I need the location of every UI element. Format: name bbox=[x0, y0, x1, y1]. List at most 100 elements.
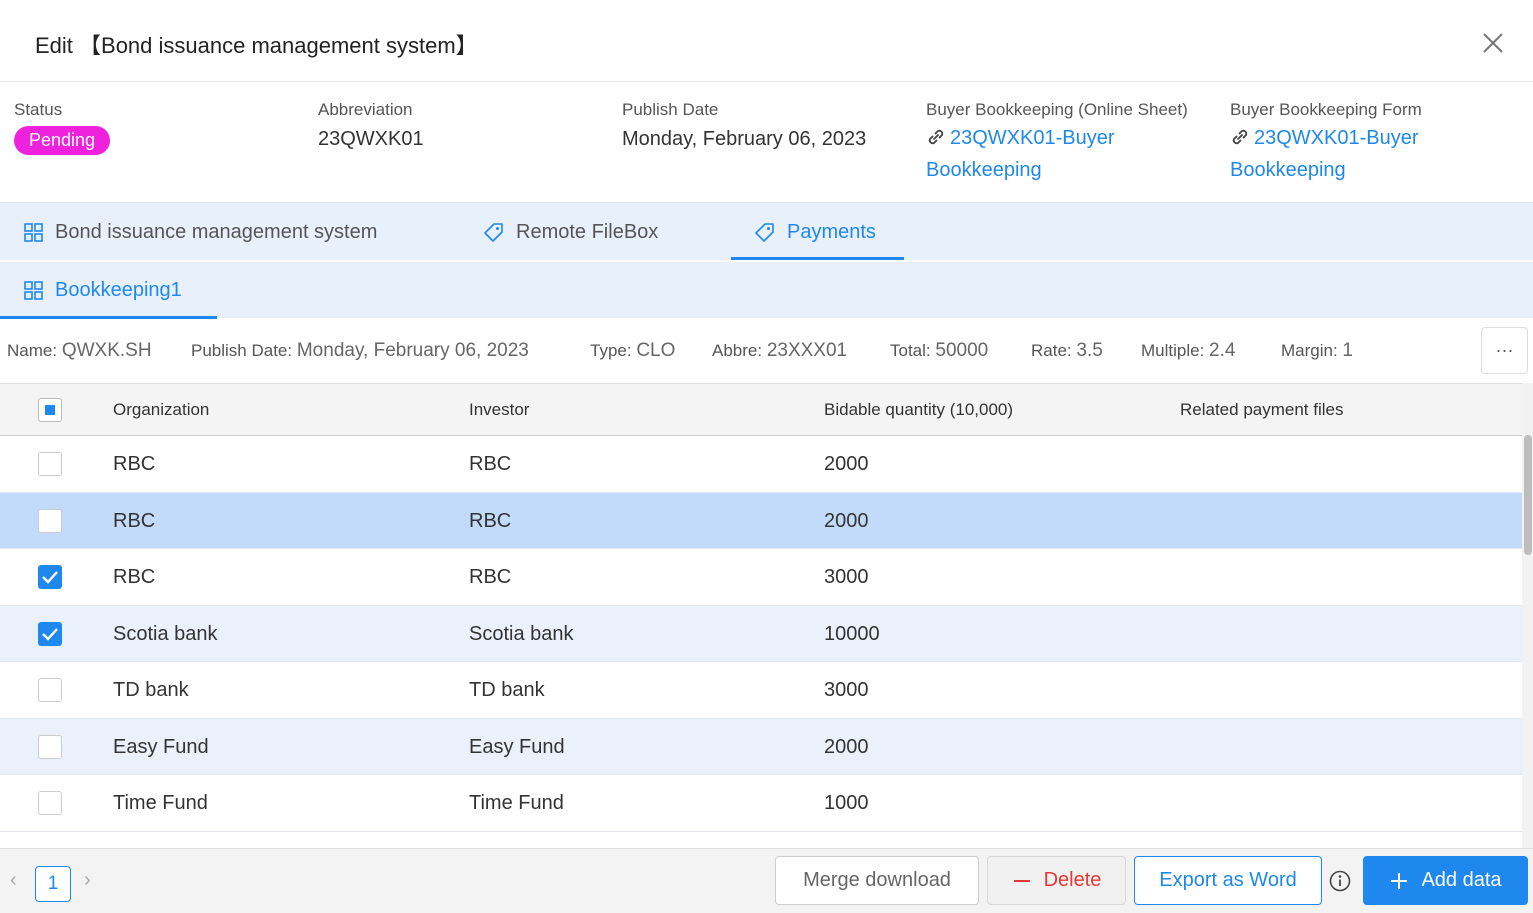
select-all-checkbox[interactable] bbox=[38, 398, 62, 422]
meta-margin-label: Margin: bbox=[1281, 341, 1338, 360]
tag-icon bbox=[755, 222, 774, 242]
dialog-footer: ‹ 1 › Merge download Delete Export as Wo… bbox=[0, 848, 1533, 913]
abbreviation-value: 23QWXK01 bbox=[318, 128, 424, 150]
delete-button[interactable]: Delete bbox=[987, 856, 1126, 905]
meta-total: Total: 50000 bbox=[890, 340, 988, 362]
row-checkbox[interactable] bbox=[38, 621, 62, 646]
tag-icon bbox=[484, 222, 503, 242]
tab-payments[interactable]: Payments bbox=[754, 203, 876, 261]
column-header-files: Related payment files bbox=[1180, 400, 1344, 419]
table-row[interactable]: RBC RBC 2000 bbox=[0, 492, 1522, 549]
meta-rate-value: 3.5 bbox=[1076, 340, 1103, 361]
row-checkbox[interactable] bbox=[38, 678, 62, 702]
bookkeeping-form-link-text[interactable]: 23QWXK01-Buyer Bookkeeping bbox=[1230, 127, 1419, 181]
meta-type: Type: CLO bbox=[590, 340, 675, 362]
bond-info-panel: Status Pending Abbreviation 23QWXK01 Pub… bbox=[0, 82, 1533, 202]
table-row[interactable]: Time Fund Time Fund 1000 bbox=[0, 775, 1522, 832]
tab-label: Bond issuance management system bbox=[55, 220, 378, 243]
abbreviation-label: Abbreviation bbox=[318, 100, 413, 119]
payments-table: Organization Investor Bidable quantity (… bbox=[0, 383, 1522, 832]
cell-investor: RBC bbox=[469, 453, 512, 475]
status-badge: Pending bbox=[14, 126, 111, 155]
meta-multiple-label: Multiple: bbox=[1141, 341, 1205, 360]
publish-date-value: Monday, February 06, 2023 bbox=[622, 128, 867, 150]
subtab-label: Bookkeeping1 bbox=[55, 278, 182, 301]
table-row[interactable]: Easy Fund Easy Fund 2000 bbox=[0, 718, 1522, 775]
cell-organization: Scotia bank bbox=[113, 622, 218, 645]
table-row[interactable]: TD bank TD bank 3000 bbox=[0, 662, 1522, 719]
minus-icon bbox=[1013, 879, 1030, 882]
cell-quantity: 1000 bbox=[824, 792, 869, 814]
meta-abbre-label: Abbre: bbox=[712, 341, 763, 360]
cell-quantity: 10000 bbox=[824, 622, 880, 645]
export-word-label: Export as Word bbox=[1159, 869, 1297, 891]
bookkeeping-form-link[interactable]: 23QWXK01-Buyer Bookkeeping bbox=[1230, 122, 1470, 186]
link-icon bbox=[1232, 129, 1248, 145]
status-label: Status bbox=[14, 100, 63, 119]
checkmark-icon bbox=[42, 627, 58, 641]
cell-organization: RBC bbox=[113, 566, 156, 588]
merge-download-button[interactable]: Merge download bbox=[775, 856, 979, 905]
column-header-organization: Organization bbox=[113, 400, 210, 419]
delete-label: Delete bbox=[1043, 869, 1102, 891]
export-word-button[interactable]: Export as Word bbox=[1134, 856, 1322, 905]
meta-multiple-value: 2.4 bbox=[1209, 340, 1236, 361]
table-row[interactable]: RBC RBC 2000 bbox=[0, 436, 1522, 493]
bookkeeping-meta: Name: QWXK.SH Publish Date: Monday, Febr… bbox=[0, 320, 1533, 382]
row-checkbox[interactable] bbox=[38, 565, 62, 589]
row-checkbox[interactable] bbox=[38, 791, 62, 815]
next-page-icon[interactable]: › bbox=[84, 869, 91, 892]
publish-date-label: Publish Date bbox=[622, 100, 719, 119]
cell-organization: RBC bbox=[113, 453, 156, 475]
meta-date-value: Monday, February 06, 2023 bbox=[296, 340, 529, 361]
tab-remote-filebox[interactable]: Remote FileBox bbox=[483, 203, 658, 261]
tab-label: Payments bbox=[787, 220, 876, 243]
cell-quantity: 2000 bbox=[824, 453, 869, 475]
row-checkbox[interactable] bbox=[38, 734, 62, 759]
row-checkbox[interactable] bbox=[38, 508, 62, 533]
cell-organization: TD bank bbox=[113, 679, 189, 701]
cell-organization: RBC bbox=[113, 509, 156, 532]
table-row[interactable]: RBC RBC 3000 bbox=[0, 549, 1522, 606]
checkmark-icon bbox=[42, 571, 58, 584]
meta-multiple: Multiple: 2.4 bbox=[1141, 340, 1235, 362]
meta-rate: Rate: 3.5 bbox=[1031, 340, 1103, 362]
more-options-button[interactable]: ··· bbox=[1481, 327, 1528, 374]
prev-page-icon[interactable]: ‹ bbox=[10, 869, 17, 892]
abbreviation-field: Abbreviation 23QWXK01 bbox=[318, 100, 424, 151]
table-scrollbar[interactable] bbox=[1522, 383, 1533, 848]
info-icon[interactable] bbox=[1329, 870, 1351, 892]
meta-type-label: Type: bbox=[590, 341, 632, 360]
bookkeeping-form-label: Buyer Bookkeeping Form bbox=[1230, 100, 1422, 119]
status-field: Status Pending bbox=[14, 100, 111, 155]
cell-quantity: 2000 bbox=[824, 735, 869, 758]
meta-name-label: Name: bbox=[7, 341, 58, 360]
online-sheet-link-text[interactable]: 23QWXK01-Buyer Bookkeeping bbox=[926, 127, 1115, 181]
cell-quantity: 3000 bbox=[824, 566, 869, 588]
tab-bookkeeping1[interactable]: Bookkeeping1 bbox=[24, 262, 182, 318]
cell-investor: RBC bbox=[469, 566, 512, 588]
cell-investor: Easy Fund bbox=[469, 735, 565, 758]
grid-icon bbox=[24, 222, 43, 242]
row-checkbox[interactable] bbox=[38, 452, 62, 476]
online-sheet-field: Buyer Bookkeeping (Online Sheet) 23QWXK0… bbox=[926, 100, 1188, 186]
active-tab-indicator bbox=[731, 257, 904, 260]
meta-margin: Margin: 1 bbox=[1281, 340, 1353, 362]
table-row[interactable]: Scotia bank Scotia bank 10000 bbox=[0, 605, 1522, 662]
plus-icon bbox=[1391, 872, 1408, 889]
online-sheet-link[interactable]: 23QWXK01-Buyer Bookkeeping bbox=[926, 122, 1166, 186]
tab-bond-issuance[interactable]: Bond issuance management system bbox=[24, 203, 377, 261]
meta-total-value: 50000 bbox=[935, 340, 989, 361]
meta-margin-value: 1 bbox=[1342, 340, 1353, 361]
close-icon[interactable] bbox=[1480, 30, 1506, 56]
dialog-title: Edit 【Bond issuance management system】 bbox=[35, 33, 478, 58]
meta-publish-date: Publish Date: Monday, February 06, 2023 bbox=[191, 340, 529, 362]
cell-quantity: 3000 bbox=[824, 679, 869, 701]
scrollbar-thumb[interactable] bbox=[1524, 435, 1532, 555]
cell-organization: Time Fund bbox=[113, 792, 208, 814]
cell-organization: Easy Fund bbox=[113, 735, 209, 758]
add-data-button[interactable]: Add data bbox=[1363, 856, 1528, 905]
online-sheet-label: Buyer Bookkeeping (Online Sheet) bbox=[926, 100, 1188, 119]
page-number-button[interactable]: 1 bbox=[35, 866, 71, 902]
merge-download-label: Merge download bbox=[803, 869, 951, 891]
